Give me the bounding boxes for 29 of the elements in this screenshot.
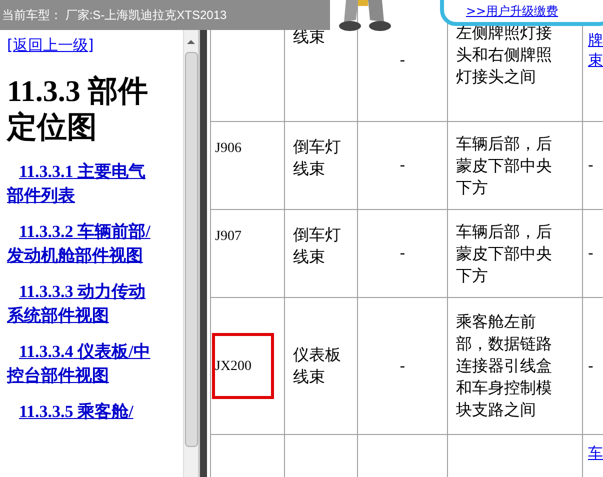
vehicle-info-bar: 当前车型： 厂家:S-上海凯迪拉克XTS2013	[0, 0, 330, 30]
table-cell-text: 倒车灯线束	[293, 224, 342, 268]
section-link[interactable]: 11.3.3.3 动力传动系统部件视图	[7, 280, 155, 328]
table-cell-text: -	[400, 356, 406, 377]
table-cell-text: -	[588, 356, 594, 377]
table-cell-text: -	[400, 243, 406, 264]
table-cell-text: -	[400, 155, 406, 176]
section-link[interactable]: 11.3.3.5 乘客舱/	[7, 400, 155, 424]
table-cell-text: -	[588, 243, 594, 264]
table-cell-text: -	[400, 50, 406, 72]
section-link[interactable]: 11.3.3.2 车辆前部/发动机舱部件视图	[7, 220, 155, 268]
table-cell-text: 车辆后部，后蒙皮下部中央下方	[456, 132, 553, 198]
section-link[interactable]: 11.3.3.4 仪表板/中控台部件视图	[7, 340, 155, 388]
table-cell-text: 乘客舱左前部，数据链路连接器引线盒和车身控制模块支路之间	[456, 311, 553, 421]
table-link[interactable]: 车	[588, 443, 603, 463]
upgrade-link[interactable]: >>用户升级缴费	[466, 2, 558, 20]
section-link[interactable]: 11.3.3.1 主要电气部件列表	[7, 160, 155, 208]
section-heading: 11.3.3 部件定位图	[7, 74, 149, 146]
scrollbar[interactable]	[183, 30, 198, 477]
table-cell-text: 倒车灯线束	[293, 136, 342, 180]
table-cell-text: J907	[215, 228, 242, 246]
table-link[interactable]: 牌束	[588, 30, 603, 70]
back-link[interactable]: [返回上一级]	[7, 36, 175, 54]
table-cell-text: 仪表板线束	[293, 344, 342, 388]
table-cell-text: 车辆后部，后蒙皮下部中央下方	[456, 220, 553, 286]
scrollbar-thumb[interactable]	[184, 52, 198, 447]
table-cell-text: J906	[215, 140, 242, 158]
table-cell: JX200	[212, 333, 274, 399]
table-cell-text: -	[588, 155, 594, 176]
